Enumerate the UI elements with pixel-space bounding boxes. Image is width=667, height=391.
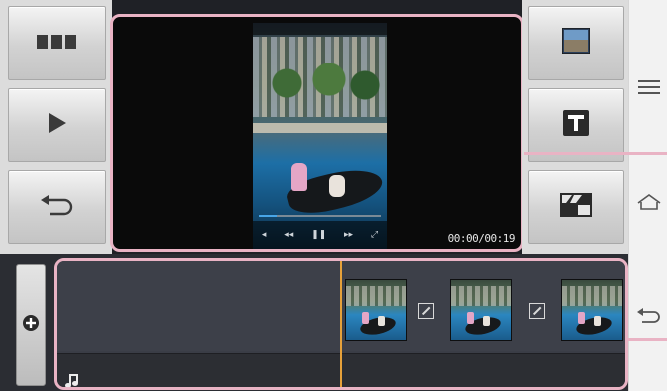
theme-button[interactable] (528, 170, 624, 244)
text-T-icon (563, 110, 589, 140)
insert-image-button[interactable] (528, 6, 624, 80)
back-button[interactable] (633, 302, 665, 334)
image-thumbnail-icon (561, 27, 591, 58)
right-toolbar (522, 0, 628, 254)
home-icon (636, 193, 662, 215)
fast-forward-icon: ▸▸ (344, 230, 354, 240)
theme-clapper-icon (560, 193, 592, 221)
undo-icon (40, 194, 74, 220)
video-seek-bar (259, 215, 381, 217)
clip-grid-button[interactable] (8, 6, 106, 80)
timecode-label: 00:00/00:19 (447, 232, 516, 245)
pause-icon: ❚❚ (311, 230, 327, 240)
callout-line (524, 152, 667, 155)
transition-icon[interactable] (529, 303, 545, 319)
menu-button[interactable] (633, 72, 665, 104)
menu-icon (638, 79, 660, 98)
fullscreen-icon: ⤢ (370, 230, 379, 240)
clip-thumbnail[interactable] (561, 279, 623, 341)
rewind-icon: ◂◂ (284, 230, 294, 240)
plus-circle-icon (22, 314, 40, 336)
system-nav-bar (628, 0, 667, 391)
back-icon (636, 307, 662, 329)
video-editor-app: ◂ ◂◂ ❚❚ ▸▸ ⤢ 00:00/00:19 (0, 0, 667, 391)
timeline[interactable] (54, 258, 628, 390)
playhead[interactable] (340, 261, 342, 387)
add-clip-button[interactable] (16, 264, 46, 386)
play-button[interactable] (8, 88, 106, 162)
video-overlay-topbar (253, 23, 387, 35)
add-text-button[interactable] (528, 88, 624, 162)
clip-grid-icon (37, 34, 77, 53)
transition-icon[interactable] (418, 303, 434, 319)
video-preview[interactable]: ◂ ◂◂ ❚❚ ▸▸ ⤢ 00:00/00:19 (110, 14, 524, 252)
play-icon (47, 112, 67, 138)
clip-thumbnail[interactable] (450, 279, 512, 341)
left-toolbar (0, 0, 112, 254)
callout-line (628, 338, 667, 341)
video-frame: ◂ ◂◂ ❚❚ ▸▸ ⤢ (253, 23, 387, 249)
music-note-icon (65, 373, 79, 387)
undo-button[interactable] (8, 170, 106, 244)
home-button[interactable] (633, 188, 665, 220)
video-overlay-controls: ◂ ◂◂ ❚❚ ▸▸ ⤢ (253, 221, 387, 249)
clip-thumbnail[interactable] (345, 279, 407, 341)
volume-icon: ◂ (261, 230, 267, 240)
timeline-area (0, 254, 628, 391)
audio-track[interactable] (57, 353, 625, 387)
